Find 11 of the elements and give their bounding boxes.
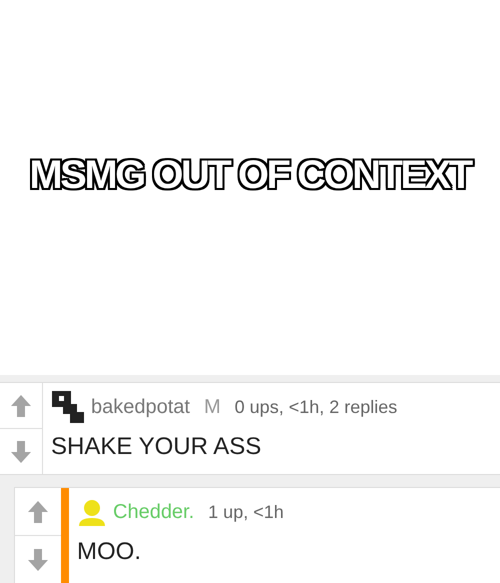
down-arrow-icon xyxy=(10,440,32,464)
down-arrow-icon xyxy=(27,548,49,572)
comment-meta: 1 up, <1h xyxy=(208,502,284,522)
comment-text: MOO. xyxy=(77,538,142,566)
comment-text: SHAKE YOUR ASS xyxy=(51,433,262,461)
mod-label: M xyxy=(204,396,221,418)
up-arrow-icon xyxy=(10,394,32,418)
username-link[interactable]: bakedpotat xyxy=(91,396,190,418)
comment-meta: 0 ups, <1h, 2 replies xyxy=(234,396,398,418)
meme-caption: MSMG OUT OF CONTEXT xyxy=(29,153,471,198)
up-arrow-icon xyxy=(27,500,49,524)
